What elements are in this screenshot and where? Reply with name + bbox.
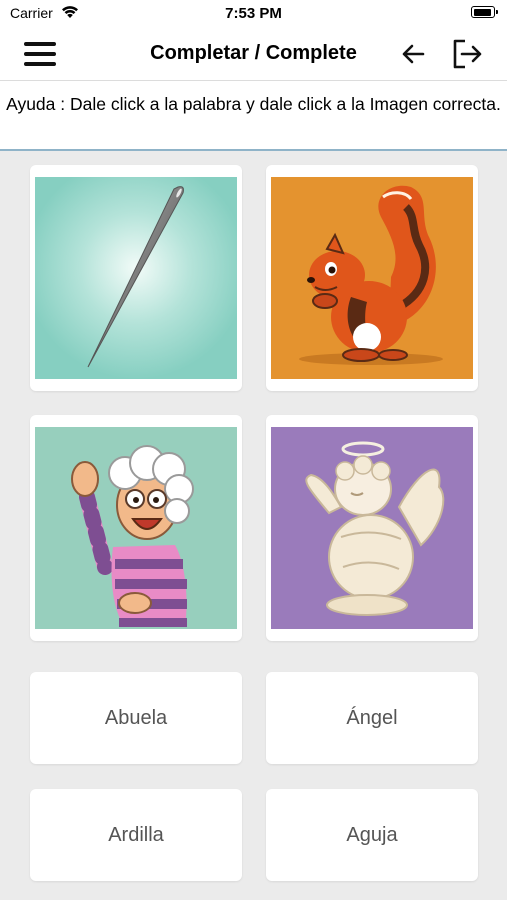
word-button-ardilla[interactable]: Ardilla [30, 789, 242, 881]
arrow-left-icon[interactable] [399, 40, 427, 68]
grandmother-image [35, 427, 237, 629]
nav-bar: Completar / Complete [0, 28, 507, 81]
help-text: Ayuda : Dale click a la palabra y dale c… [0, 81, 507, 151]
battery-icon [471, 6, 498, 18]
image-card-angel[interactable] [266, 415, 478, 641]
word-button-abuela[interactable]: Abuela [30, 672, 242, 764]
angel-image [271, 427, 473, 629]
image-card-needle[interactable] [30, 165, 242, 391]
status-bar: Carrier 7:53 PM [0, 0, 507, 28]
logout-icon[interactable] [450, 37, 484, 71]
needle-image [35, 177, 237, 379]
word-button-aguja[interactable]: Aguja [266, 789, 478, 881]
status-time: 7:53 PM [225, 5, 282, 22]
page-title: Completar / Complete [150, 42, 357, 64]
squirrel-image [271, 177, 473, 379]
image-card-squirrel[interactable] [266, 165, 478, 391]
image-card-grandmother[interactable] [30, 415, 242, 641]
word-button-angel[interactable]: Ángel [266, 672, 478, 764]
